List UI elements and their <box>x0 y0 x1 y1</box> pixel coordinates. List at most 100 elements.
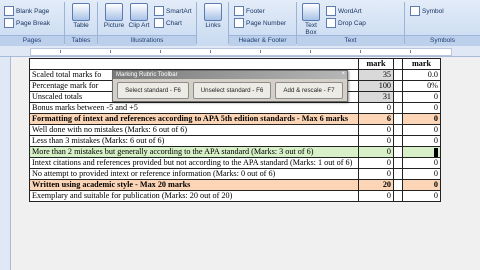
row-text: Less than 3 mistakes (Marks: 6 out of 6) <box>29 135 359 147</box>
close-icon[interactable]: × <box>341 71 345 77</box>
ruler-tick <box>260 50 261 53</box>
row-mark[interactable]: 6 <box>358 113 394 125</box>
table-header-empty <box>29 58 359 70</box>
page-break-icon <box>4 18 14 28</box>
table-row-section-header[interactable]: Formatting of intext and references acco… <box>29 113 441 125</box>
row-mark[interactable]: 31 <box>358 91 394 103</box>
row-mark[interactable]: 0 <box>358 146 394 158</box>
row-mark-editing[interactable] <box>402 146 441 158</box>
row-text: Well done with no mistakes (Marks: 6 out… <box>29 124 359 136</box>
page-number-icon <box>234 18 244 28</box>
row-mark[interactable]: 0 <box>402 168 441 180</box>
smartart-button[interactable]: SmartArt <box>154 6 192 16</box>
picture-button[interactable]: Picture <box>102 1 126 29</box>
ruler-tick <box>310 50 311 53</box>
clip-art-button[interactable]: Clip Art <box>128 1 150 29</box>
row-mark[interactable]: 0 <box>402 179 441 191</box>
group-illustrations: Illustrations <box>98 35 196 46</box>
table-row[interactable]: Less than 3 mistakes (Marks: 6 out of 6)… <box>29 135 441 147</box>
column-gap <box>393 80 403 92</box>
table-row[interactable]: Bonus marks between -5 and +5 0 0 <box>29 102 441 114</box>
unselect-standard-button[interactable]: Unselect standard - F6 <box>193 82 271 99</box>
row-mark[interactable]: 0 <box>402 157 441 169</box>
row-text: Bonus marks between -5 and +5 <box>29 102 359 114</box>
column-gap <box>393 58 403 70</box>
ruler-tick <box>160 50 161 53</box>
group-header-footer: Header & Footer <box>229 35 296 46</box>
column-gap <box>393 91 403 103</box>
row-mark[interactable]: 20 <box>358 179 394 191</box>
column-header-mark: mark <box>402 58 441 70</box>
group-tables: Tables <box>65 35 97 46</box>
row-mark[interactable]: 0 <box>358 168 394 180</box>
page-number-button[interactable]: Page Number <box>234 18 286 28</box>
select-standard-button[interactable]: Select standard - F6 <box>117 82 189 99</box>
blank-page-icon <box>4 6 14 16</box>
table-row-selected[interactable]: More than 2 mistakes but generally accor… <box>29 146 441 158</box>
group-text: Text <box>297 35 404 46</box>
row-mark[interactable]: 0.0 <box>402 69 441 81</box>
row-text: Written using academic style - Max 20 ma… <box>29 179 359 191</box>
row-mark[interactable]: 0 <box>402 113 441 125</box>
chart-icon <box>154 18 164 28</box>
horizontal-ruler[interactable] <box>0 46 480 57</box>
drop-cap-button[interactable]: Drop Cap <box>326 18 366 28</box>
row-mark[interactable]: 0 <box>358 135 394 147</box>
row-mark[interactable]: 0 <box>358 157 394 169</box>
row-mark[interactable]: 35 <box>358 69 394 81</box>
ruler-tick <box>60 50 61 53</box>
table-row[interactable]: Well done with no mistakes (Marks: 6 out… <box>29 124 441 136</box>
table-row[interactable]: Intext citations and references provided… <box>29 157 441 169</box>
chart-button[interactable]: Chart <box>154 18 182 28</box>
links-button[interactable]: Links <box>202 1 224 29</box>
column-gap <box>393 146 403 158</box>
text-box-button[interactable]: Text Box <box>300 1 322 36</box>
row-mark[interactable]: 0% <box>402 80 441 92</box>
table-row[interactable]: No attempt to provided intext or referen… <box>29 168 441 180</box>
wordart-icon <box>326 6 336 16</box>
column-gap <box>393 190 403 202</box>
ruler-tick <box>210 50 211 53</box>
ribbon: Blank Page Page Break Table Picture Clip… <box>0 0 480 47</box>
links-icon <box>204 3 222 21</box>
column-header-mark: mark <box>358 58 394 70</box>
wordart-button[interactable]: WordArt <box>326 6 362 16</box>
vertical-ruler[interactable] <box>0 57 11 270</box>
ruler-margin-area <box>30 48 452 56</box>
column-gap <box>393 69 403 81</box>
page-break-button[interactable]: Page Break <box>4 18 50 28</box>
add-rescale-button[interactable]: Add & rescale - F7 <box>275 82 343 99</box>
row-mark[interactable]: 100 <box>358 80 394 92</box>
table-row[interactable]: Exemplary and suitable for publication (… <box>29 190 441 202</box>
row-mark[interactable]: 0 <box>358 190 394 202</box>
symbol-button[interactable]: Symbol <box>410 6 444 16</box>
row-mark[interactable]: 0 <box>402 135 441 147</box>
group-pages: Pages <box>0 35 64 46</box>
row-text: Exemplary and suitable for publication (… <box>29 190 359 202</box>
row-mark[interactable]: 0 <box>358 102 394 114</box>
column-gap <box>393 102 403 114</box>
footer-icon <box>234 6 244 16</box>
blank-page-button[interactable]: Blank Page <box>4 6 49 16</box>
text-cursor <box>434 147 438 157</box>
drop-cap-icon <box>326 18 336 28</box>
row-mark[interactable]: 0 <box>402 124 441 136</box>
separator <box>196 2 197 44</box>
clip-art-icon <box>130 3 148 21</box>
row-mark[interactable]: 0 <box>358 124 394 136</box>
row-text: Formatting of intext and references acco… <box>29 113 359 125</box>
row-mark[interactable]: 0 <box>402 190 441 202</box>
group-symbols: Symbols <box>405 35 480 46</box>
smartart-icon <box>154 6 164 16</box>
table-button[interactable]: Table <box>70 1 92 29</box>
table-row-section-header[interactable]: Written using academic style - Max 20 ma… <box>29 179 441 191</box>
footer-button[interactable]: Footer <box>234 6 265 16</box>
row-mark[interactable]: 0 <box>402 102 441 114</box>
column-gap <box>393 157 403 169</box>
marking-rubric-toolbar[interactable]: Marking Rubric Toolbar × Select standard… <box>112 70 348 102</box>
toolbar-title[interactable]: Marking Rubric Toolbar <box>113 71 347 79</box>
row-text: Intext citations and references provided… <box>29 157 359 169</box>
column-gap <box>393 168 403 180</box>
omega-icon <box>410 6 420 16</box>
row-mark[interactable]: 0 <box>402 91 441 103</box>
